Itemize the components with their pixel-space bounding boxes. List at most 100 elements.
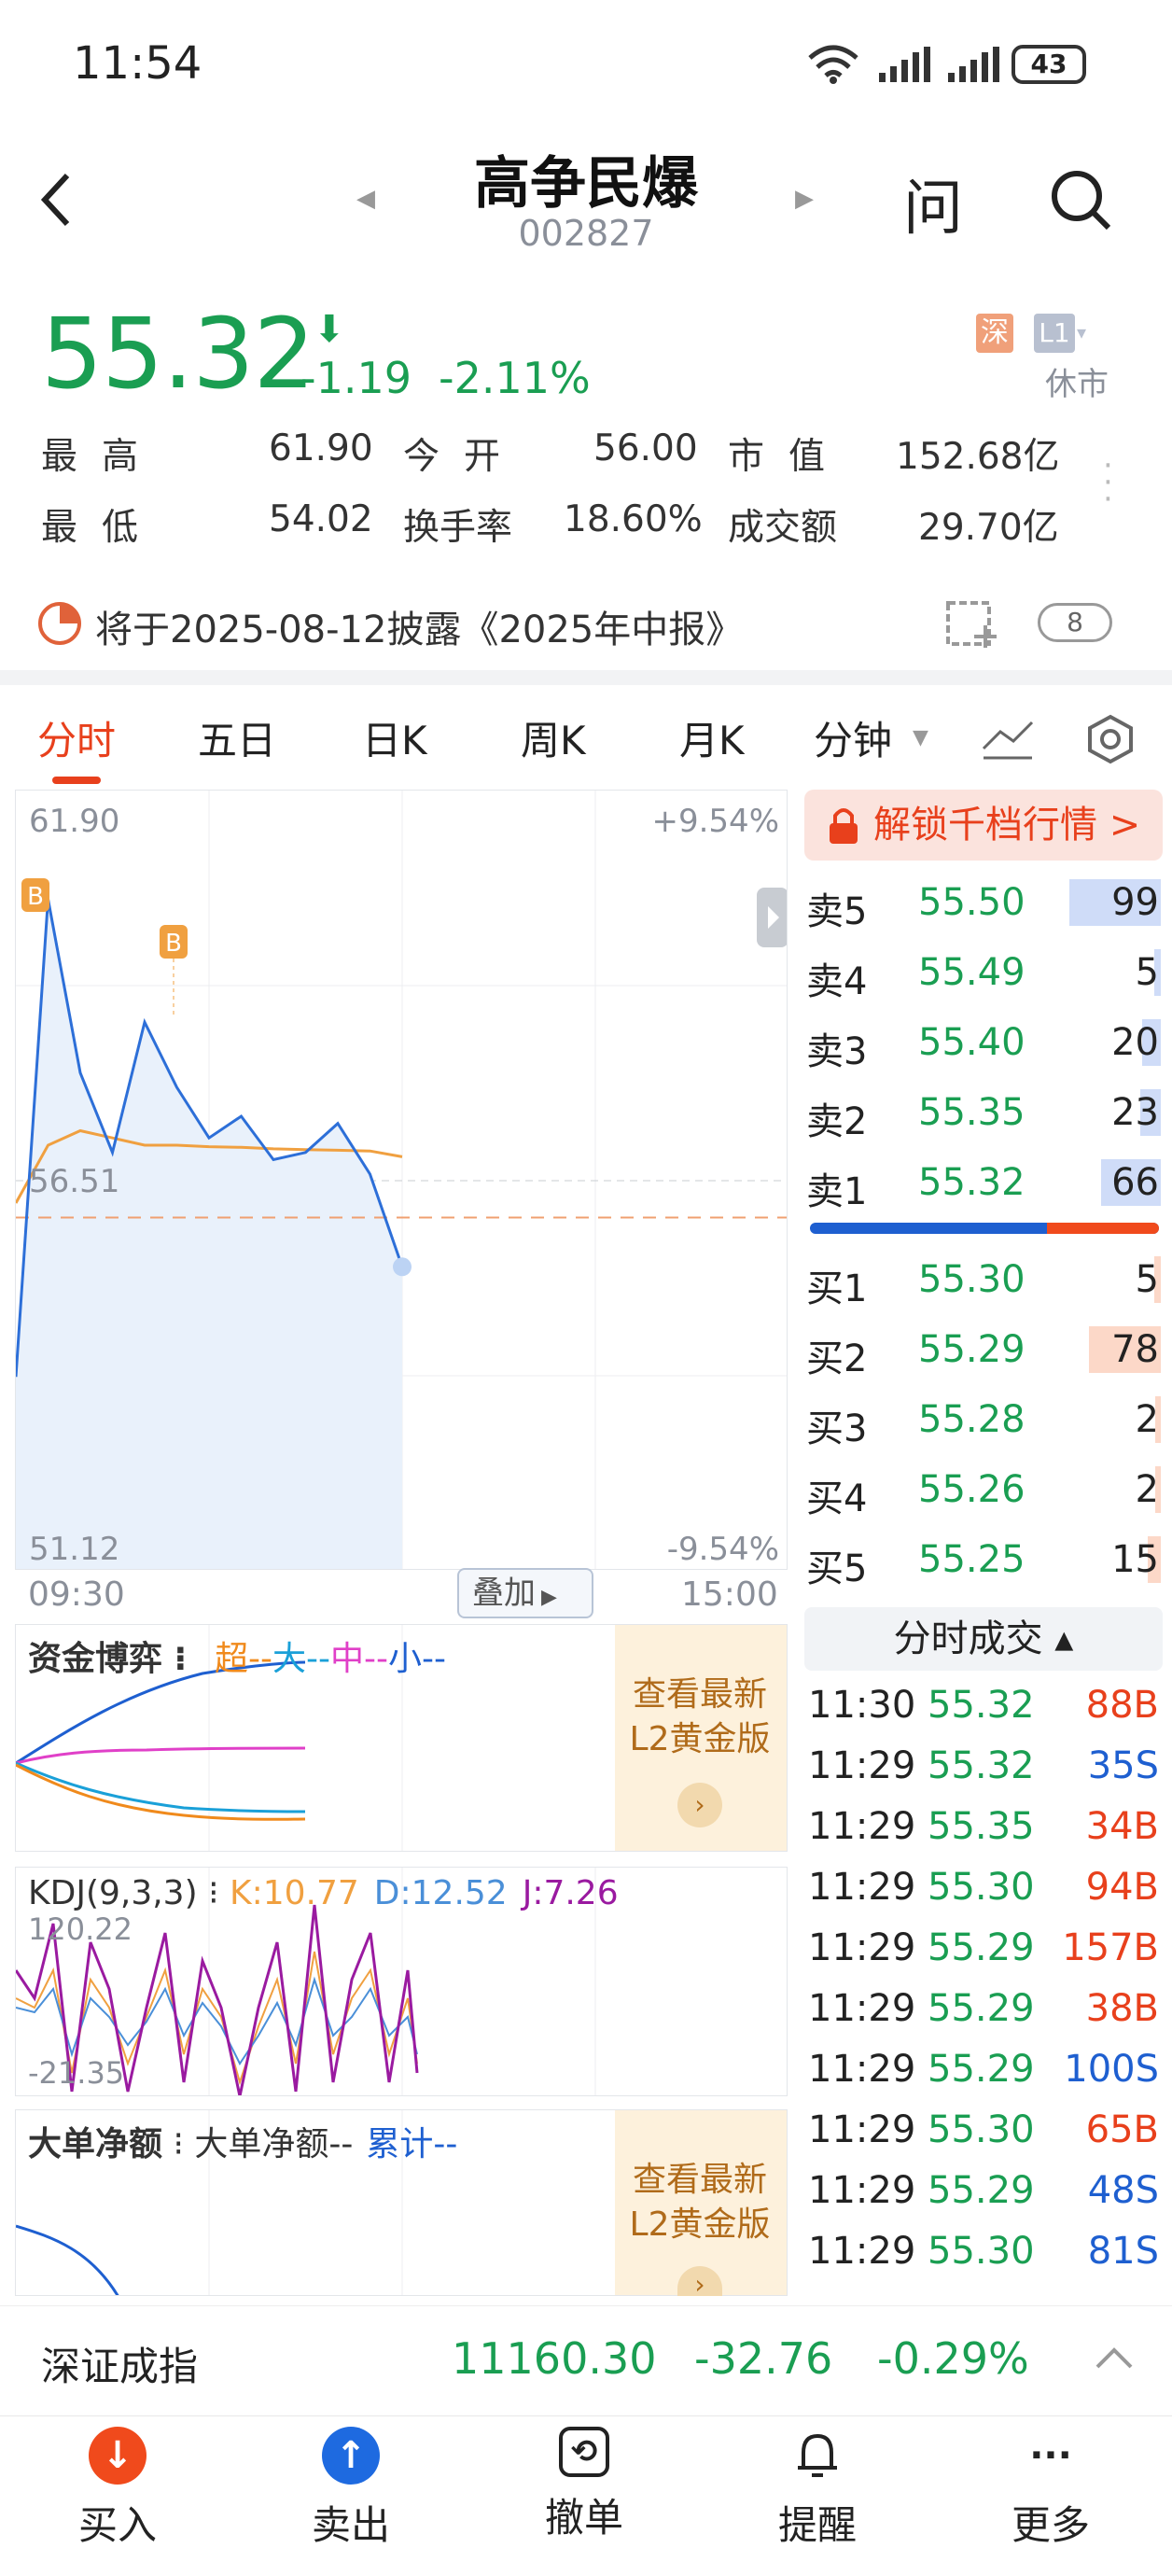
battery-icon: 43 [1012,45,1086,84]
upgrade-text-2[interactable]: L2黄金版 [620,2197,780,2246]
legend-mid: 中-- [329,1640,388,1678]
ask-button[interactable]: 问 [903,161,963,246]
tab-minute[interactable]: 分钟 [814,709,892,766]
trade-time: 11:29 [808,1926,916,1969]
buy-marker-2: B [160,925,188,1015]
notice-text[interactable]: 将于2025-08-12披露《2025年中报》 [95,599,743,653]
trade-volume: 157B [1062,1926,1159,1969]
chevron-down-icon: ▾ [1077,321,1087,343]
stock-name: 高争民爆 [474,151,698,217]
level-label: 买1 [806,1267,868,1310]
big-order-header: 大单净额 ⁝ 大单净额-- 累计-- [28,2117,457,2165]
tab-intraday[interactable]: 分时 [37,709,116,766]
trade-price: 55.29 [928,2169,1035,2212]
bid-row[interactable]: 买4 55.26 2 [801,1455,1165,1524]
tab-weekly-k[interactable]: 周K [521,709,586,766]
level-badge[interactable]: L1 [1034,314,1075,353]
ask-row[interactable]: 卖5 55.50 99 [801,868,1165,937]
indicator-icon[interactable] [980,715,1036,762]
bid-row[interactable]: 买5 55.25 15 [801,1525,1165,1594]
trade-time: 11:29 [808,1987,916,2030]
trade-row: 11:29 55.29 48S [804,2162,1163,2222]
bid-row[interactable]: 买1 55.30 5 [801,1245,1165,1314]
sell-label: 卖出 [311,2502,390,2548]
ask-row[interactable]: 卖3 55.40 20 [801,1008,1165,1077]
bid-row[interactable]: 买2 55.29 78 [801,1315,1165,1384]
stock-code: 002827 [518,213,654,254]
chevron-up-icon[interactable] [1094,2343,1135,2373]
overlay-label: 叠加 [472,1575,536,1612]
tab-daily-k[interactable]: 日K [362,709,427,766]
trade-volume: 88B [1085,1684,1159,1727]
trade-price: 55.30 [928,1866,1035,1909]
legend-super: 超-- [215,1640,272,1678]
level-qty: 99 [1111,881,1159,924]
level-label: 买3 [806,1407,868,1450]
last-price-dot [393,1257,412,1277]
collapse-handle[interactable] [757,888,788,947]
upgrade-text-2[interactable]: L2黄金版 [620,1712,780,1760]
divider [0,670,1172,685]
trade-volume: 48S [1087,2169,1159,2212]
level-label: 卖2 [806,1100,868,1143]
y-mid-label: 56.51 [29,1163,119,1200]
more-vertical-icon[interactable]: · · · [1103,450,1113,515]
search-icon[interactable] [1047,166,1114,233]
intraday-chart[interactable]: B B 61.90 56.51 51.12 +9.54% -9.54% [15,790,788,1570]
low-value: 54.02 [269,498,373,540]
level-label: 卖5 [806,890,868,933]
ask-row[interactable]: 卖4 55.49 5 [801,938,1165,1007]
level-qty: 2 [1135,1398,1159,1441]
kdj-header: KDJ(9,3,3) ⁝ K:10.77 D:12.52 J:7.26 [28,1874,619,1912]
upgrade-text-1[interactable]: 查看最新 [620,2152,780,2201]
trade-time: 11:29 [808,1805,916,1848]
upgrade-text-1[interactable]: 查看最新 [620,1667,780,1715]
signal-icon-2 [948,47,999,82]
ask-row[interactable]: 卖1 55.32 66 [801,1148,1165,1217]
pct-max-label: +9.54% [652,803,780,840]
open-value: 56.00 [593,427,698,469]
level-price: 55.25 [918,1538,1026,1581]
down-arrow-icon: ⬇ [314,308,345,351]
price-change-pct: -2.11% [439,353,591,403]
time-start: 09:30 [28,1575,125,1614]
chevron-right-icon: ▶ [541,1586,557,1609]
buy-button[interactable]: ↓ 买入 [24,2427,211,2551]
tab-5day[interactable]: 五日 [198,709,276,766]
tab-monthly-k[interactable]: 月K [679,709,745,766]
trade-price: 55.29 [928,1926,1035,1969]
alert-button[interactable]: 提醒 [724,2427,911,2551]
more-label: 更多 [1011,2502,1090,2548]
trades-header[interactable]: 分时成交 ▴ [804,1607,1163,1671]
more-button[interactable]: ··· 更多 [957,2427,1144,2551]
index-name: 深证成指 [41,2344,199,2389]
level-qty: 5 [1135,951,1159,994]
level-qty: 2 [1135,1468,1159,1511]
kdj-bottom-label: -21.35 [28,2055,125,2091]
overlay-button[interactable]: 叠加 ▶ [457,1568,593,1618]
notice-count-badge[interactable]: 8 [1038,603,1112,642]
level-qty: 5 [1135,1258,1159,1301]
calendar-add-icon[interactable] [944,597,998,650]
amount-label: 成交额 [728,507,838,549]
cap-value: 152.68亿 [896,436,1060,478]
chevron-right-icon[interactable]: › [677,1783,722,1827]
trade-time: 11:29 [808,2230,916,2273]
cancel-order-button[interactable]: ⟲ 撤单 [491,2427,677,2543]
bid-row[interactable]: 买3 55.28 2 [801,1385,1165,1454]
cancel-order-label: 撤单 [544,2495,623,2541]
trade-time: 11:29 [808,2169,916,2212]
report-icon [38,602,81,645]
level-price: 55.40 [918,1021,1026,1064]
sell-button[interactable]: ↑ 卖出 [258,2427,444,2551]
kdj-sep: ⁝ [197,1874,230,1912]
trade-time: 11:30 [808,1684,916,1727]
fund-title: 资金博弈 ⁝ [28,1631,187,1680]
y-max-label: 61.90 [29,803,119,840]
mid-flow-line [16,1746,306,1765]
settings-icon[interactable] [1084,713,1137,765]
buy-marker-label: B [27,883,44,911]
index-change-pct: -0.29% [877,2333,1029,2384]
sell-ratio-fill [1047,1223,1159,1234]
ask-row[interactable]: 卖2 55.35 23 [801,1078,1165,1147]
